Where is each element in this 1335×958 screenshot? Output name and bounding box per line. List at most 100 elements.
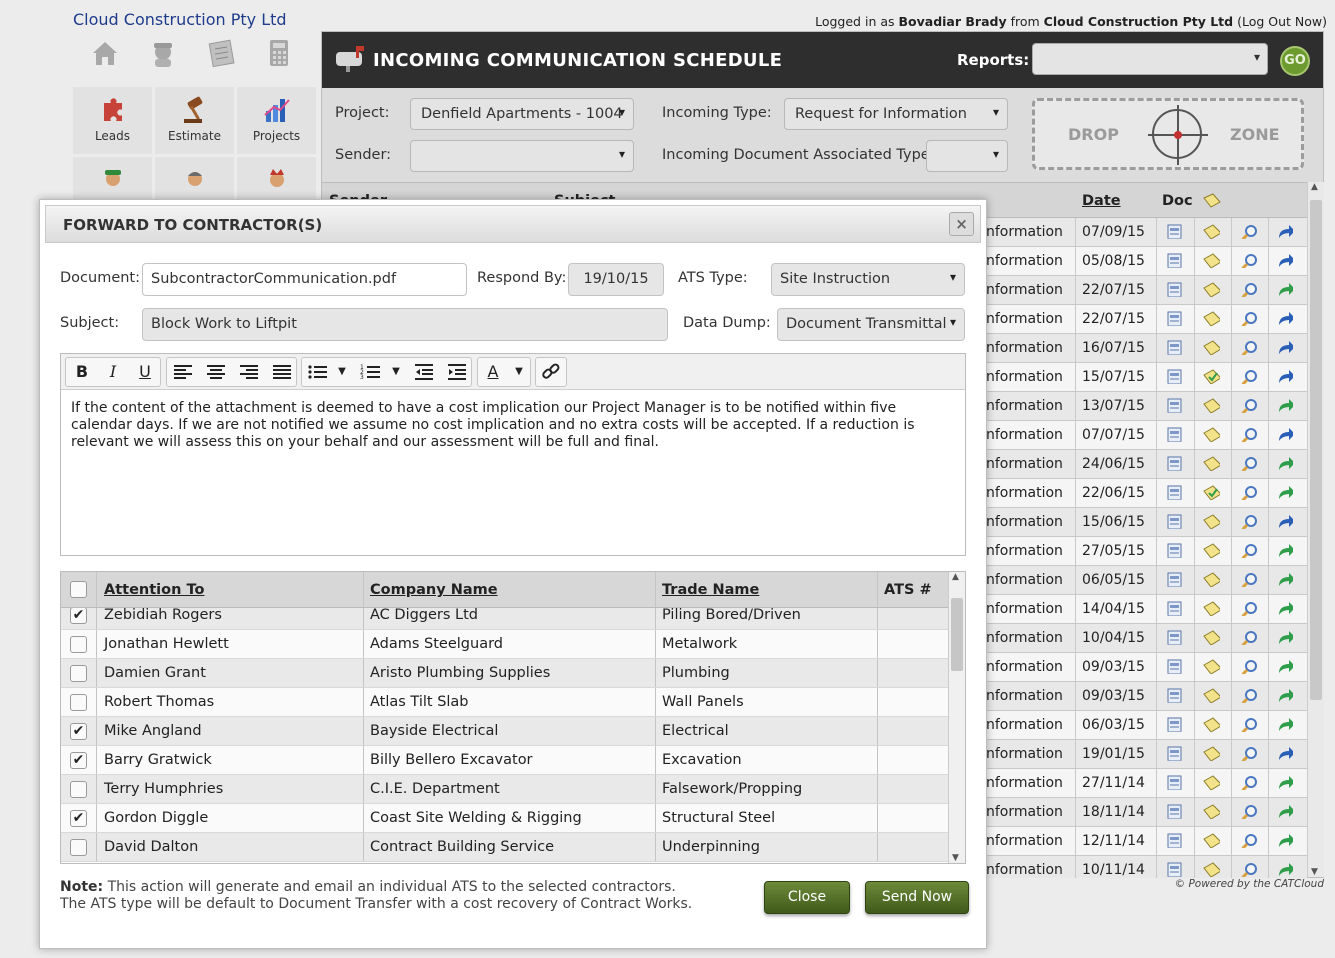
calculator-icon[interactable]	[264, 38, 294, 68]
align-center-icon[interactable]	[205, 359, 227, 385]
forward-arrow-icon[interactable]	[1276, 253, 1293, 268]
row-checkbox[interactable]: ✔	[70, 810, 87, 827]
forward-arrow-icon[interactable]	[1276, 688, 1293, 703]
table-row[interactable]: David Dalton Contract Building Service Und…	[61, 833, 950, 862]
forward-arrow-icon[interactable]	[1276, 775, 1293, 790]
note-icon[interactable]	[1203, 311, 1220, 326]
project-select[interactable]: Denfield Apartments - 1004	[410, 98, 634, 130]
document-icon[interactable]	[1166, 804, 1183, 819]
drop-zone[interactable]: DROP ZONE	[1032, 98, 1304, 170]
search-icon[interactable]	[1240, 688, 1257, 703]
search-icon[interactable]	[1240, 601, 1257, 616]
row-checkbox[interactable]: ✔	[70, 608, 87, 624]
forward-arrow-icon[interactable]	[1276, 514, 1293, 529]
forward-arrow-icon[interactable]	[1276, 224, 1293, 239]
data-dump-select[interactable]: Document Transmittal	[777, 308, 965, 341]
note-icon[interactable]	[1203, 601, 1220, 616]
document-icon[interactable]	[1166, 398, 1183, 413]
note-icon[interactable]	[1203, 688, 1220, 703]
subject-field[interactable]: Block Work to Liftpit	[142, 308, 668, 341]
row-checkbox[interactable]	[70, 781, 87, 798]
row-checkbox[interactable]	[70, 839, 87, 856]
schedule-scrollbar[interactable]: ▲ ▼	[1307, 182, 1324, 877]
logout-link[interactable]: (Log Out Now)	[1237, 14, 1327, 29]
table-row[interactable]: Robert Thomas Atlas Tilt Slab Wall Panels	[61, 688, 950, 717]
align-right-icon[interactable]	[238, 359, 260, 385]
tile-leads[interactable]: Leads	[73, 87, 152, 154]
worker-icon[interactable]	[148, 38, 178, 68]
tile-projects[interactable]: Projects	[237, 87, 316, 154]
search-icon[interactable]	[1240, 543, 1257, 558]
document-icon[interactable]	[1166, 311, 1183, 326]
outdent-icon[interactable]	[413, 359, 435, 385]
note-icon[interactable]	[1203, 833, 1220, 848]
forward-arrow-icon[interactable]	[1276, 601, 1293, 616]
table-row[interactable]: ✔ Barry Gratwick Billy Bellero Excavator Ex…	[61, 746, 950, 775]
document-icon[interactable]	[1166, 485, 1183, 500]
note-icon[interactable]	[1203, 514, 1220, 529]
italic-button[interactable]: I	[102, 359, 124, 385]
document-icon[interactable]	[1166, 601, 1183, 616]
document-field[interactable]: SubcontractorCommunication.pdf	[142, 263, 467, 296]
col-trade[interactable]: Trade Name	[662, 582, 759, 598]
search-icon[interactable]	[1240, 398, 1257, 413]
search-icon[interactable]	[1240, 485, 1257, 500]
search-icon[interactable]	[1240, 746, 1257, 761]
note-icon[interactable]	[1203, 804, 1220, 819]
document-icon[interactable]	[1166, 427, 1183, 442]
assoc-type-select[interactable]	[926, 140, 1008, 172]
select-all-checkbox[interactable]	[70, 581, 87, 598]
forward-arrow-icon[interactable]	[1276, 485, 1293, 500]
search-icon[interactable]	[1240, 572, 1257, 587]
signed-doc-icon[interactable]	[1203, 485, 1220, 500]
document-icon[interactable]	[1166, 862, 1183, 877]
indent-icon[interactable]	[446, 359, 468, 385]
search-icon[interactable]	[1240, 659, 1257, 674]
search-icon[interactable]	[1240, 427, 1257, 442]
table-row[interactable]: Damien Grant Aristo Plumbing Supplies Plum…	[61, 659, 950, 688]
row-checkbox[interactable]	[70, 665, 87, 682]
numbered-list-icon[interactable]: 123	[360, 359, 382, 385]
search-icon[interactable]	[1240, 862, 1257, 877]
document-icon[interactable]	[1166, 543, 1183, 558]
document-icon[interactable]	[1166, 224, 1183, 239]
note-icon[interactable]	[1203, 456, 1220, 471]
scroll-up-icon[interactable]: ▲	[1311, 182, 1318, 192]
chevron-down-icon[interactable]: ▼	[512, 359, 526, 385]
forward-arrow-icon[interactable]	[1276, 659, 1293, 674]
tile-estimate[interactable]: Estimate	[155, 87, 234, 154]
document-icon[interactable]	[1166, 253, 1183, 268]
document-icon[interactable]	[1166, 630, 1183, 645]
document-icon[interactable]	[1166, 369, 1183, 384]
table-row[interactable]: ✔ Gordon Diggle Coast Site Welding & Riggi…	[61, 804, 950, 833]
respond-by-field[interactable]: 19/10/15	[568, 263, 664, 296]
col-company[interactable]: Company Name	[370, 582, 498, 598]
forward-arrow-icon[interactable]	[1276, 717, 1293, 732]
note-icon[interactable]	[1203, 746, 1220, 761]
scrollbar-thumb[interactable]	[1310, 200, 1322, 700]
search-icon[interactable]	[1240, 224, 1257, 239]
document-icon[interactable]	[1166, 340, 1183, 355]
incoming-type-select[interactable]: Request for Information	[784, 98, 1008, 130]
note-icon[interactable]	[1203, 282, 1220, 297]
col-date[interactable]: Date	[1082, 193, 1121, 209]
ats-type-select[interactable]: Site Instruction	[771, 263, 965, 296]
forward-arrow-icon[interactable]	[1276, 369, 1293, 384]
row-checkbox[interactable]	[70, 636, 87, 653]
note-icon[interactable]	[1203, 659, 1220, 674]
message-body[interactable]: If the content of the attachment is deem…	[71, 400, 949, 451]
forward-arrow-icon[interactable]	[1276, 572, 1293, 587]
search-icon[interactable]	[1240, 833, 1257, 848]
document-icon[interactable]	[1166, 572, 1183, 587]
row-checkbox[interactable]	[70, 694, 87, 711]
document-icon[interactable]	[1166, 514, 1183, 529]
note-icon[interactable]	[1203, 717, 1220, 732]
font-color-button[interactable]: A	[482, 359, 504, 385]
forward-arrow-icon[interactable]	[1276, 311, 1293, 326]
search-icon[interactable]	[1240, 369, 1257, 384]
forward-arrow-icon[interactable]	[1276, 282, 1293, 297]
document-icon[interactable]	[206, 38, 236, 68]
contractors-scrollbar[interactable]: ▲ ▼	[948, 572, 965, 863]
search-icon[interactable]	[1240, 311, 1257, 326]
search-icon[interactable]	[1240, 456, 1257, 471]
